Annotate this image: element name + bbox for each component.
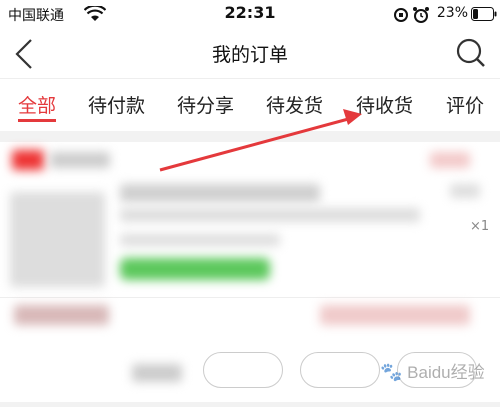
product-spec-placeholder [120,234,280,246]
tab-pending-share[interactable]: 待分享 [177,91,234,118]
orientation-lock-icon [394,8,408,22]
header: 我的订单 [0,30,500,78]
battery-icon [471,7,497,21]
tab-all[interactable]: 全部 [18,91,56,118]
order-action-button-2[interactable] [300,352,380,388]
page-title: 我的订单 [211,44,288,66]
product-title-placeholder [120,184,320,202]
action-text-placeholder [132,364,182,382]
tab-pending-shipment[interactable]: 待发货 [266,91,323,118]
battery-percentage: 23% [436,5,468,21]
divider [0,297,500,298]
product-price-placeholder [450,184,480,198]
tab-review[interactable]: 评价 [446,91,484,118]
product-subtitle-placeholder [120,208,420,222]
alarm-icon [413,7,429,23]
order-status-tabs: 全部 待付款 待分享 待发货 待收货 评价 [0,78,500,131]
paw-icon: 🐾 [380,362,403,382]
tab-pending-receipt[interactable]: 待收货 [356,91,413,118]
order-action-button-1[interactable] [203,352,283,388]
status-bar: 中国联通 22:31 23% [0,0,500,30]
shop-name-placeholder [50,152,110,168]
order-total-placeholder [320,305,470,325]
active-tab-indicator [18,119,56,122]
order-status-placeholder [430,152,470,168]
watermark-text: Baidu经验 [407,363,485,382]
order-info-placeholder [14,305,109,325]
tab-pending-payment[interactable]: 待付款 [88,91,145,118]
product-image[interactable] [10,192,105,287]
green-badge [120,258,270,280]
baidu-watermark: 🐾 Baidu经验 [380,358,485,383]
product-quantity: ×1 [470,219,490,234]
search-icon[interactable] [455,36,487,70]
shop-icon [12,150,44,170]
